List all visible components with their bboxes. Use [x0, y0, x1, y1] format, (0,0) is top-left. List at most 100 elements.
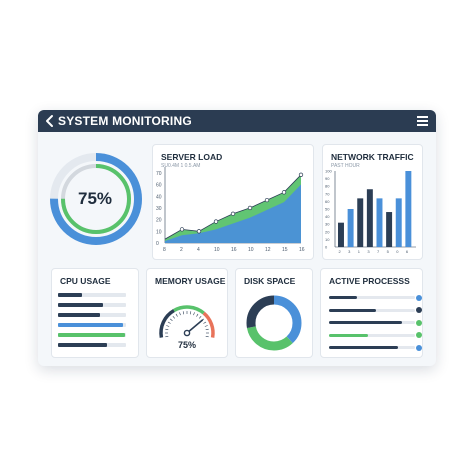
x-tick-label: 6 — [406, 249, 409, 254]
cpu-bar-track — [58, 333, 126, 337]
gauge-tick — [179, 312, 181, 316]
gauge-tick — [204, 325, 208, 327]
y-tick-label: 40 — [325, 214, 330, 219]
x-tick-label: 2 — [180, 247, 183, 253]
gauge-tick — [182, 311, 184, 315]
y-tick-label: 60 — [325, 199, 330, 204]
process-bar-track — [329, 319, 422, 326]
x-tick-label: 4 — [197, 247, 200, 253]
gauge-tick — [167, 321, 171, 324]
x-tick-label: 15 — [282, 247, 288, 253]
gauge-arc-mid — [173, 305, 205, 315]
system-monitoring-window: SYSTEM MONITORING 75% SERVER LOAD SU0.4M… — [38, 110, 436, 366]
y-tick-label: 0 — [325, 245, 328, 250]
server-load-chart: 70 60 40 30 20 10 08 2 4 10 16 10 12 15 16 — [156, 167, 305, 253]
data-point — [213, 219, 219, 224]
process-bar-fill — [329, 346, 398, 349]
y-tick-label: 30 — [156, 206, 162, 212]
process-status-dot — [416, 344, 422, 351]
traffic-bar — [357, 198, 364, 247]
chevron-left-icon[interactable] — [44, 114, 56, 128]
data-point — [247, 205, 253, 211]
traffic-bar — [395, 198, 402, 247]
cpu-bar-fill — [58, 293, 83, 297]
page-title: SYSTEM MONITORING — [58, 114, 192, 128]
gauge-hub — [183, 329, 191, 337]
network-traffic-chart: 10090807060504030201002 3 1 3 7 5 0 6 — [325, 169, 416, 254]
cpu-bar-fill — [58, 313, 101, 317]
y-tick-label: 80 — [325, 184, 330, 189]
process-bar-fill — [329, 308, 377, 312]
process-bar-fill — [329, 296, 357, 299]
cpu-bar-track — [58, 303, 126, 307]
cpu-bar-track — [58, 293, 126, 297]
process-bar-fill — [329, 333, 368, 337]
active-processes-title: ACTIVE PROCESSS — [329, 276, 410, 286]
gauge-tick — [196, 313, 199, 317]
traffic-bar — [347, 209, 354, 247]
process-bar-track — [329, 332, 422, 338]
gauge-tick — [169, 318, 173, 322]
y-tick-label: 70 — [325, 191, 330, 196]
x-tick-label: 8 — [163, 247, 166, 253]
cpu-bar-track — [58, 313, 126, 317]
traffic-bar — [386, 212, 393, 247]
traffic-bar — [405, 171, 412, 247]
gauge-tick — [175, 313, 178, 317]
gauge-arc-high — [202, 311, 215, 338]
network-traffic-card: NETWORK TRAFFIC PAST HOUR 100 90 80 70 60 50 4… — [322, 144, 423, 260]
gauge-tick — [205, 328, 209, 330]
gauge-tick — [205, 336, 209, 338]
gauge-tick — [193, 312, 195, 316]
cpu-usage-card: CPU USAGE — [51, 268, 139, 358]
gauge-arc-low — [159, 308, 175, 338]
y-tick-label: 50 — [325, 207, 330, 212]
y-tick-label: 30 — [325, 222, 330, 227]
disk-space-card: DISK SPACE — [235, 268, 313, 358]
y-tick-label: 10 — [325, 237, 330, 242]
y-tick-label: 60 — [156, 183, 162, 189]
x-tick-label: 16 — [299, 247, 305, 253]
data-point — [264, 197, 270, 203]
overall-usage-value: 75% — [78, 189, 113, 208]
traffic-bar — [366, 189, 373, 247]
y-tick-label: 20 — [156, 218, 162, 224]
gauge-tick — [165, 328, 169, 330]
active-processes-card: ACTIVE PROCESSS — [320, 268, 423, 358]
x-tick-label: 0 — [396, 249, 399, 254]
process-bar-track — [329, 307, 422, 313]
cpu-bar-fill — [58, 323, 124, 327]
cpu-usage-title: CPU USAGE — [60, 276, 111, 286]
gauge-tick — [165, 336, 169, 338]
process-bar-fill — [329, 321, 403, 324]
gauge-tick — [166, 325, 170, 327]
process-status-dot — [416, 332, 422, 338]
process-bar-track — [329, 294, 422, 301]
hamburger-menu-icon[interactable] — [417, 116, 428, 126]
cpu-bar-fill — [58, 333, 125, 337]
data-point — [196, 229, 202, 234]
memory-usage-value: 75% — [178, 340, 197, 350]
y-tick-label: 90 — [325, 176, 330, 181]
overall-usage-card: 75% — [44, 142, 148, 254]
x-tick-label: 5 — [387, 249, 390, 254]
gauge-tick — [198, 315, 202, 319]
data-point — [298, 172, 304, 177]
x-tick-label: 10 — [248, 247, 254, 253]
x-tick-label: 10 — [214, 247, 220, 253]
x-tick-label: 3 — [367, 249, 370, 254]
y-tick-label: 40 — [156, 194, 162, 200]
x-tick-label: 12 — [265, 247, 271, 253]
data-point — [281, 190, 287, 195]
traffic-bar — [376, 198, 383, 247]
y-tick-label: 10 — [156, 229, 162, 235]
x-tick-label: 1 — [358, 249, 361, 254]
x-tick-label: 7 — [377, 249, 380, 254]
cpu-bar-track — [58, 323, 126, 327]
y-tick-label: 0 — [156, 241, 159, 247]
x-tick-label: 2 — [339, 249, 342, 254]
y-tick-label: 70 — [156, 171, 162, 177]
memory-usage-card: MEMORY USAGE 75% — [146, 268, 228, 358]
process-status-dot — [416, 307, 422, 313]
x-tick-label: 16 — [231, 247, 237, 253]
